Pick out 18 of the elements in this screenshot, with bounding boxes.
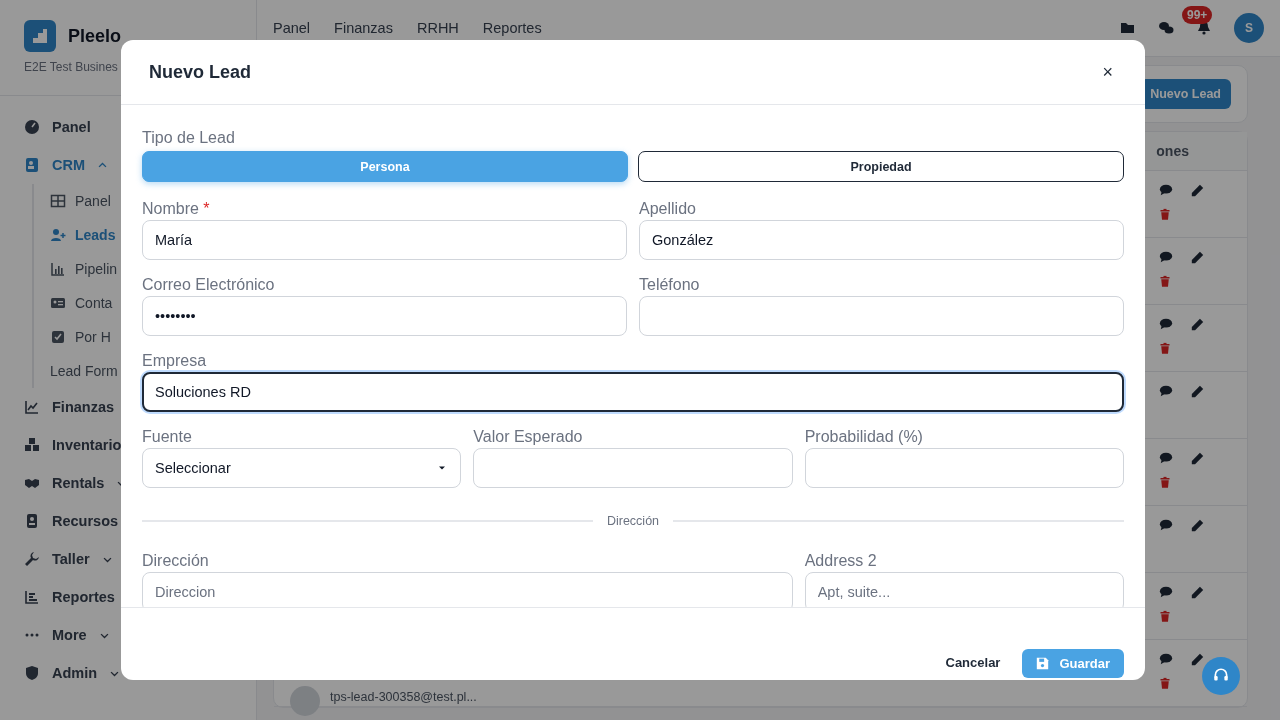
field-label: Dirección	[142, 551, 210, 571]
notification-badge: 99+	[1182, 6, 1213, 24]
section-title: Dirección	[606, 514, 660, 528]
field-label: Teléfono	[639, 275, 701, 295]
field-label: Apellido	[639, 199, 697, 219]
field-label: Address 2	[804, 551, 878, 571]
field-label: Nombre *	[142, 199, 211, 219]
column-header: ones	[1156, 143, 1189, 159]
dialog-title: Nuevo Lead	[149, 61, 252, 83]
business-name: E2E Test Busines	[24, 60, 118, 74]
field-label: Probabilidad (%)	[804, 427, 924, 447]
field-label: Correo Electrónico	[142, 275, 276, 295]
brand-name: Pleelo	[68, 25, 122, 47]
field-label: Empresa	[142, 351, 208, 371]
field-label: Valor Esperado	[473, 427, 584, 447]
field-label: Tipo de Lead	[142, 128, 236, 148]
email-text: tps-lead-300358@test.pl...	[330, 690, 477, 704]
field-label: Fuente	[142, 427, 193, 447]
